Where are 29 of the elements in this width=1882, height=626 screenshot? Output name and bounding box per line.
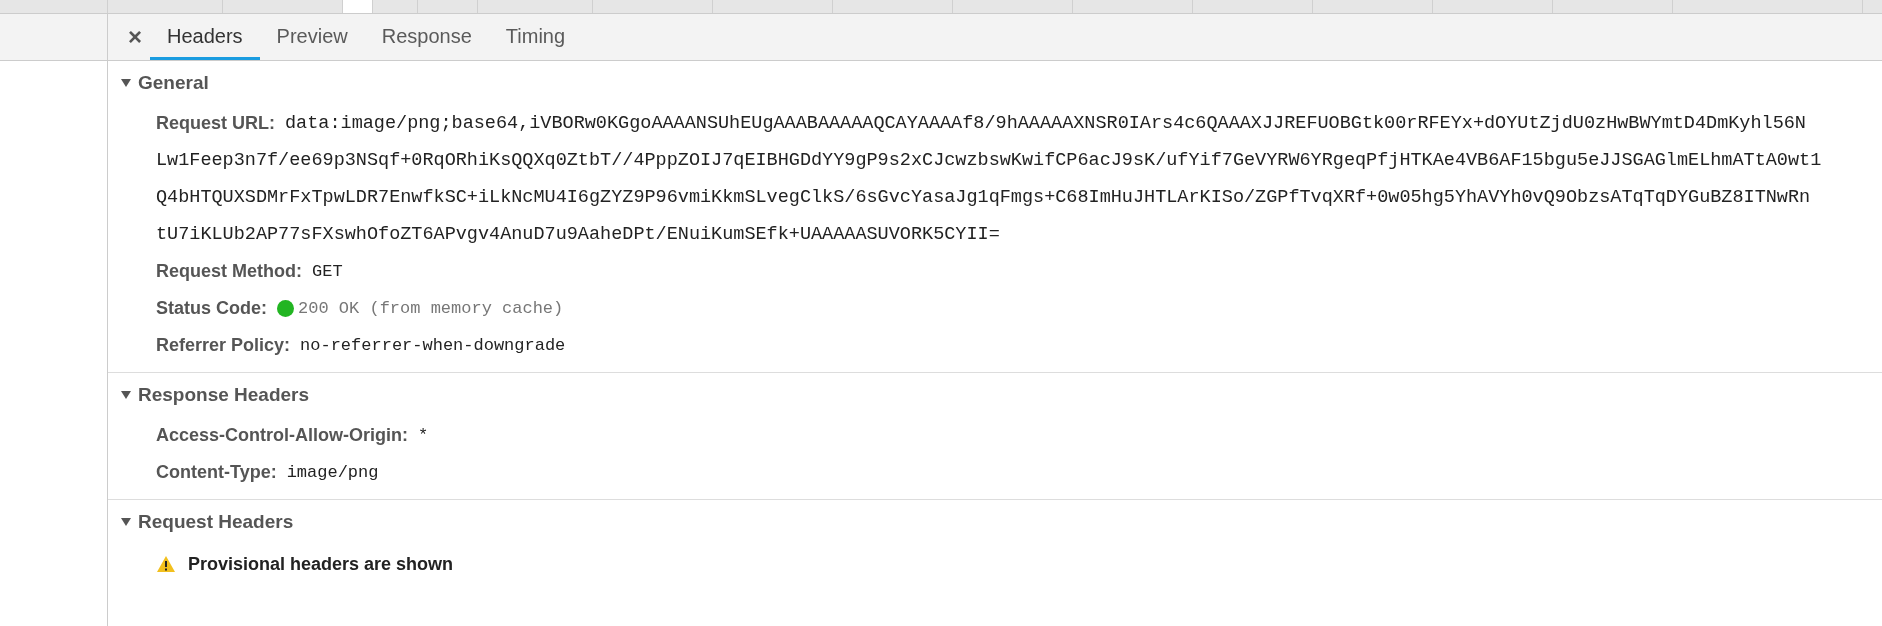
section-header[interactable]: General xyxy=(108,61,1882,105)
header-name: Request Method: xyxy=(156,260,302,283)
column-header[interactable] xyxy=(343,0,373,13)
header-value: * xyxy=(418,424,429,447)
tab[interactable]: Headers xyxy=(150,14,260,60)
header-value: GET xyxy=(312,260,343,283)
header-name: Access-Control-Allow-Origin: xyxy=(156,424,408,447)
header-value: tU7iKLUb2AP77sFXswhOfoZT6APvgv4AnuD7u9AaheDPt/ENuiKumSEfk+UAAAAASUVORK5CYII= xyxy=(156,222,1000,247)
header-name: Status Code: xyxy=(156,297,267,320)
header-name: Content-Type: xyxy=(156,461,277,484)
header-name: Referrer Policy: xyxy=(156,334,291,357)
caret-icon xyxy=(120,390,132,400)
tab[interactable]: Response xyxy=(364,14,489,60)
header-value: 200 OK (from memory cache) xyxy=(298,297,564,320)
tab[interactable]: Timing xyxy=(488,14,583,60)
caret-icon xyxy=(120,78,132,88)
section-header[interactable]: Request Headers xyxy=(108,500,1882,544)
warning-message: Provisional headers are shown xyxy=(188,552,454,576)
section-header[interactable]: Response Headers xyxy=(108,373,1882,417)
header-value: Lw1Feep3n7f/ee69p3NSqf+0RqORhiKsQQXq0ZtbT//4PppZOIJ7qEIBHGDdYY9gP9s2xCJcwzbswKwifCP6acJ9sK/ufYif7GeVYRW6YRgeqPfjHTKAe4VB6AF15bgu5eJJSGAGlmELhmATtA0wt1 xyxy=(156,148,1822,173)
header-value: image/png xyxy=(286,461,379,484)
caret-icon xyxy=(120,517,132,527)
header-value: Q4bHTQUXSDMrFxTpwLDR7EnwfkSC+iLkNcMU4I6gZYZ9P96vmiKkmSLvegClkS/6sGvcYasaJg1qFmgs+C68ImHuJHTLArKISo/ZGPfTvqXRf+0w05hg5YhAVYh0vQ9ObzsATqTqDYGuBZ8ITNwRn xyxy=(156,185,1811,210)
header-value: no-referrer-when-downgrade xyxy=(300,334,566,357)
close-button[interactable]: × xyxy=(120,14,150,60)
header-value: data:image/png;base64,iVBORw0KGgoAAAANSUhEUgAAABAAAAAQCAYAAAAf8/9hAAAAAXNSR0IArs4c6QAAAXJJREFUOBGtk00rRFEYx+dOYUtZjdU0zHwBWYmtD4DmKyhl56N xyxy=(285,111,1806,136)
tab[interactable]: Preview xyxy=(259,14,365,60)
header-name: Request URL: xyxy=(156,112,275,135)
warning-icon xyxy=(156,555,176,573)
